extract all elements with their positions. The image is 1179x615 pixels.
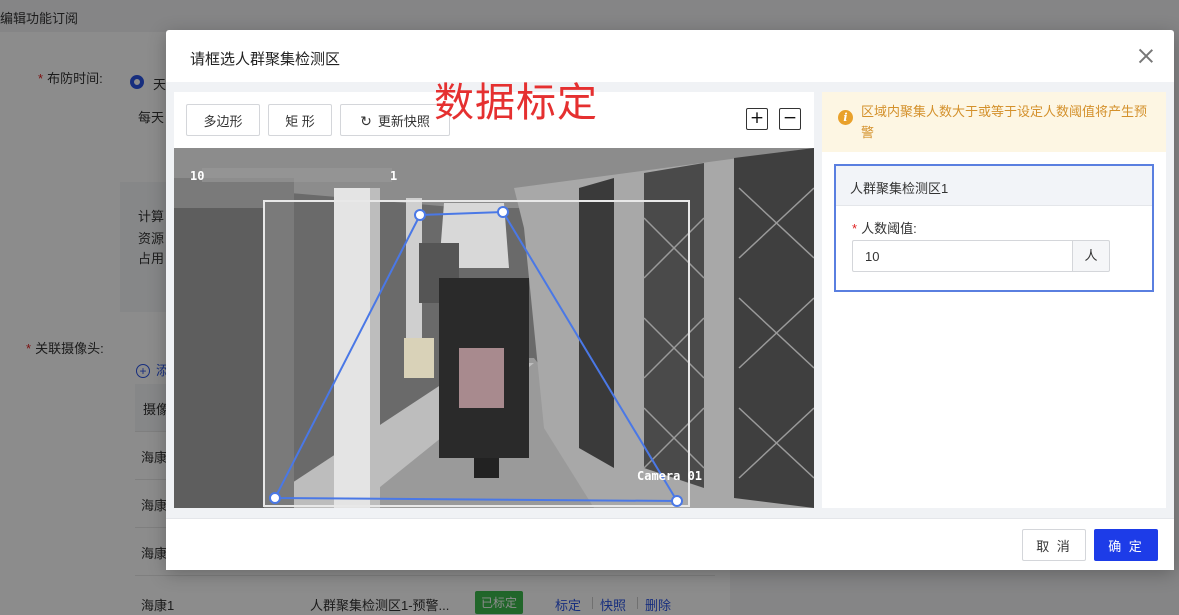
confirm-button[interactable]: 确 定 (1094, 529, 1158, 561)
zone-settings-panel: i 区域内聚集人数大于或等于设定人数阈值将产生预警 人群聚集检测区1 * 人数阈值… (822, 92, 1166, 508)
threshold-label: * 人数阈值: (852, 221, 917, 236)
zone-card-header: 人群聚集检测区1 (836, 166, 1152, 206)
dialog-title: 请框选人群聚集检测区 (190, 51, 341, 68)
snapshot-canvas[interactable]: 10 1 Camera 01 (174, 148, 814, 508)
threshold-unit: 人 (1072, 240, 1110, 272)
refresh-icon: ↻ (360, 112, 372, 129)
drawing-panel: 多边形 矩 形 ↻ 更新快照 + − 10 1 Camera 01 (174, 92, 814, 508)
close-icon[interactable] (1136, 46, 1156, 66)
polygon-button[interactable]: 多边形 (186, 104, 260, 136)
dialog-footer: 取 消 确 定 (166, 518, 1174, 570)
warning-alert: i 区域内聚集人数大于或等于设定人数阈值将产生预警 (822, 92, 1166, 152)
info-icon: i (838, 110, 853, 125)
dialog-body: 多边形 矩 形 ↻ 更新快照 + − 10 1 Camera 01 i 区域内聚… (166, 82, 1174, 518)
camera-overlay-label: Camera 01 (637, 469, 702, 483)
camera-timestamp: 10 (190, 169, 204, 183)
zoom-in-button[interactable]: + (746, 108, 768, 130)
cancel-button[interactable]: 取 消 (1022, 529, 1086, 561)
camera-snapshot[interactable]: 10 1 Camera 01 (174, 148, 814, 508)
annotation-label: 数据标定 (434, 80, 598, 126)
calibration-dialog: 请框选人群聚集检测区 多边形 矩 形 ↻ 更新快照 + − 10 1 Camer… (166, 30, 1174, 570)
zone-title: 人群聚集检测区1 (850, 181, 949, 196)
camera-timestamp-suffix: 1 (390, 169, 397, 183)
zoom-out-button[interactable]: − (779, 108, 801, 130)
rectangle-button[interactable]: 矩 形 (268, 104, 332, 136)
threshold-input[interactable] (852, 240, 1072, 272)
zone-card[interactable]: 人群聚集检测区1 *人数阈值: 人 (834, 164, 1154, 292)
alert-text: 区域内聚集人数大于或等于设定人数阈值将产生预警 (861, 104, 1148, 140)
refresh-snapshot-label: 更新快照 (377, 113, 430, 129)
